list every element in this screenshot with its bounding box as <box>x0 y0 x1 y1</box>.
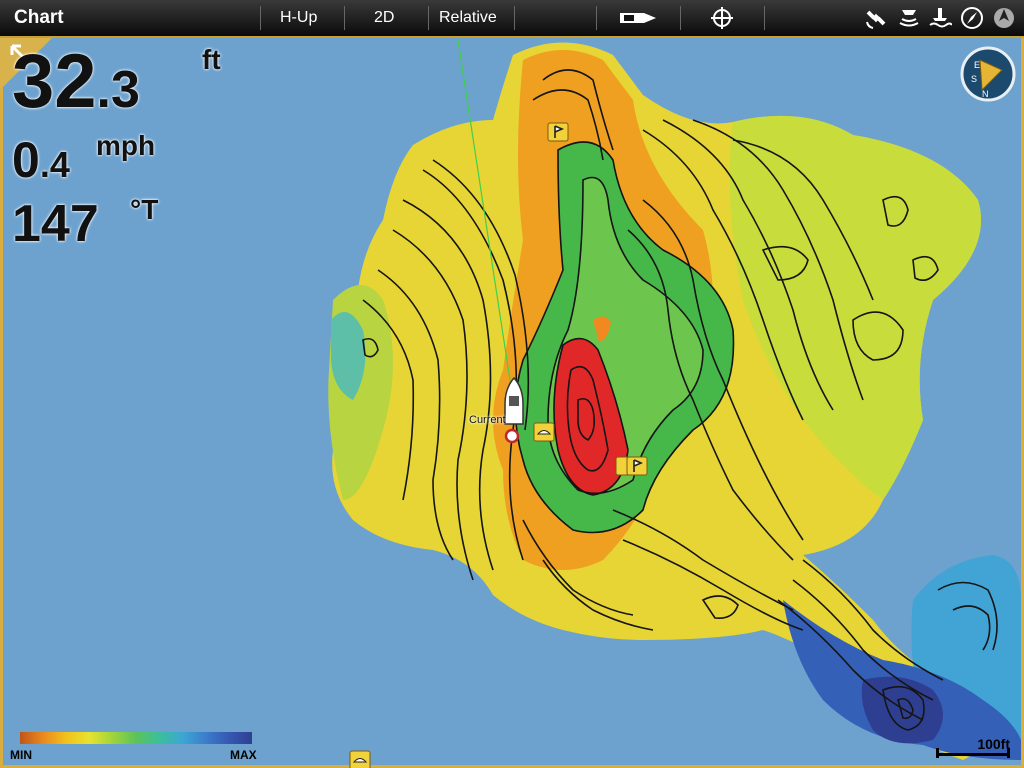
legend-color-bar <box>20 732 252 744</box>
chart-screen: Chart H-Up 2D Relative Current 32.3 ft 0… <box>0 0 1024 768</box>
gps-satellite-icon[interactable] <box>864 6 888 30</box>
boat-label: Current <box>469 414 506 426</box>
speed-readout: 0.4 <box>12 134 70 191</box>
legend-max-label: MAX <box>230 748 257 762</box>
wind-icon[interactable] <box>992 6 1016 30</box>
boat-toggle-icon[interactable] <box>618 6 658 30</box>
toolbar-divider <box>514 6 515 30</box>
scale-tick <box>1007 748 1010 758</box>
sonar-icon[interactable] <box>897 6 921 30</box>
top-toolbar: Chart H-Up 2D Relative <box>0 0 1024 38</box>
scale-tick <box>936 748 939 758</box>
toolbar-divider <box>764 6 765 30</box>
speed-value: 0 <box>12 132 40 188</box>
compass-rose[interactable]: E S N <box>960 46 1016 102</box>
toolbar-divider <box>596 6 597 30</box>
page-title[interactable]: Chart <box>14 7 64 29</box>
waypoint-flag-icon[interactable] <box>547 122 569 144</box>
scale-label: 100ft <box>977 736 1010 752</box>
toolbar-divider <box>344 6 345 30</box>
compass-south: S <box>971 74 977 84</box>
scale-line <box>936 753 1010 756</box>
depth-value: 32 <box>12 39 97 124</box>
motion-mode-button[interactable]: Relative <box>439 9 497 27</box>
orientation-button[interactable]: H-Up <box>280 9 317 27</box>
depth-color-legend: MIN MAX <box>10 728 262 762</box>
toolbar-divider <box>260 6 261 30</box>
depth-unit: ft <box>202 44 221 75</box>
boat-position-marker <box>504 428 520 444</box>
compass-north: N <box>982 89 989 99</box>
waypoint-flag-icon[interactable] <box>615 456 649 478</box>
waypoint-fish-icon[interactable] <box>533 422 555 444</box>
speed-unit: mph <box>96 130 156 161</box>
speed-decimal: .4 <box>39 144 70 185</box>
toolbar-divider <box>680 6 681 30</box>
view-mode-button[interactable]: 2D <box>374 9 394 27</box>
legend-min-label: MIN <box>10 748 32 762</box>
depth-readout: 32.3 <box>12 44 140 128</box>
compass-icon[interactable] <box>960 6 984 30</box>
heading-unit: °T <box>130 194 159 225</box>
crosshair-icon[interactable] <box>710 6 734 30</box>
waypoint-fish-icon[interactable] <box>349 750 371 768</box>
map-scale: 100ft <box>936 736 1016 762</box>
toolbar-divider <box>428 6 429 30</box>
boat-icon[interactable] <box>503 376 525 428</box>
compass-east: E <box>974 60 980 70</box>
depth-icon[interactable] <box>928 6 952 30</box>
heading-value: 147 <box>12 195 99 253</box>
depth-decimal: .3 <box>96 61 140 119</box>
